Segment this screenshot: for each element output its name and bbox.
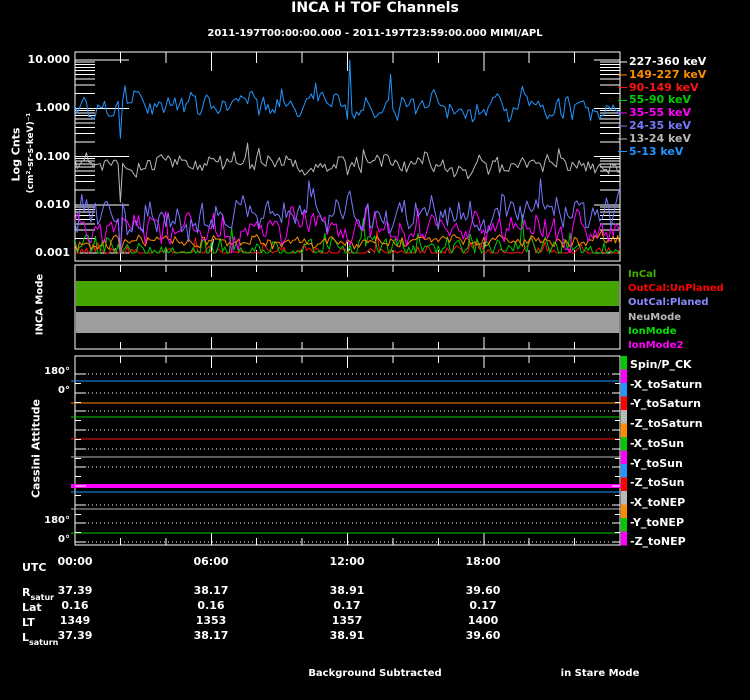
table-cell: 0.16 (197, 599, 225, 612)
attitude-legend-item: -Y_toSaturn (630, 397, 701, 411)
utc-tick-label: 18:00 (465, 555, 501, 568)
flux-legend-item: 35-55 keV (629, 106, 692, 120)
table-row-label-subscript: saturn (29, 638, 59, 647)
mode-legend-item: OutCal:Planed (628, 297, 709, 309)
utc-tick-label: 06:00 (193, 555, 229, 568)
flux-ytick-label: 0.100 (35, 149, 70, 163)
mode-legend-item: InCal (628, 269, 657, 280)
page-subtitle: 2011-197T00:00:00.000 - 2011-197T23:59:0… (207, 28, 543, 39)
attitude-legend-item: -X_toSun (630, 436, 685, 450)
table-cell: 38.91 (329, 629, 365, 642)
footer-note-stare-mode: in Stare Mode (560, 668, 640, 679)
table-row-label: LT (22, 616, 35, 629)
attitude-legend-item: -X_toSaturn (630, 377, 703, 391)
mode-legend-item: IonMode2 (628, 340, 684, 351)
table-row-label: Lat (22, 601, 42, 614)
flux-legend-item: 149-227 keV (629, 67, 707, 81)
attitude-legend-item: Spin/P_CK (630, 358, 692, 371)
flux-ytick-label: 1.000 (35, 101, 70, 115)
table-cell: 1357 (331, 614, 363, 627)
flux-legend-item: 24-35 keV (629, 119, 692, 132)
utc-tick-label: 12:00 (329, 555, 365, 568)
footer-note-background-subtracted: Background Subtracted (308, 668, 442, 679)
mode-legend-item: OutCal:UnPlaned (628, 283, 724, 295)
table-cell: 38.17 (193, 584, 229, 597)
page-title: INCA H TOF Channels (291, 0, 459, 16)
attitude-legend-item: -Z_toNEP (630, 535, 686, 549)
attitude-legend-item: -Z_toSaturn (630, 417, 703, 431)
table-row-label: Rsatur (22, 586, 55, 602)
plot-page: INCA H TOF Channels 2011-197T00:00:00.00… (0, 0, 750, 700)
attitude-legend-item: -Z_toSun (630, 476, 685, 490)
attitude-legend-item: -X_toNEP (630, 495, 686, 509)
table-row-label: Lsaturn (22, 631, 59, 647)
table-cell: 1353 (195, 614, 227, 627)
table-cell: 1400 (467, 614, 499, 627)
table-cell: 0.17 (469, 599, 497, 612)
table-cell: 1349 (59, 614, 91, 627)
flux-legend-item: 90-149 keV (629, 80, 699, 94)
utc-tick-label: 00:00 (57, 555, 93, 568)
mode-legend-item: IonMode (628, 325, 677, 337)
attitude-ytick-label: 180° (44, 515, 70, 526)
attitude-ytick-label: 180° (44, 366, 70, 377)
table-cell: 0.17 (333, 599, 361, 612)
attitude-ytick-label: 0° (58, 534, 70, 545)
utc-axis-label: UTC (22, 561, 47, 574)
flux-legend-item: 13-24 keV (629, 131, 692, 145)
table-cell: 39.60 (465, 584, 501, 597)
mode-legend-item: NeuMode (628, 311, 682, 323)
flux-legend-item: 227-360 keV (629, 55, 707, 68)
table-cell: 39.60 (465, 629, 501, 642)
table-cell: 38.91 (329, 584, 365, 597)
flux-ytick-label: 10.000 (27, 53, 70, 66)
flux-legend-item: 55-90 keV (629, 93, 692, 107)
attitude-legend-item: -Y_toSun (630, 456, 683, 470)
table-cell: 38.17 (193, 629, 229, 642)
attitude-ytick-label: 0° (58, 385, 70, 396)
flux-legend-item: 5-13 keV (629, 144, 684, 158)
attitude-legend-item: -Y_toNEP (630, 515, 685, 529)
